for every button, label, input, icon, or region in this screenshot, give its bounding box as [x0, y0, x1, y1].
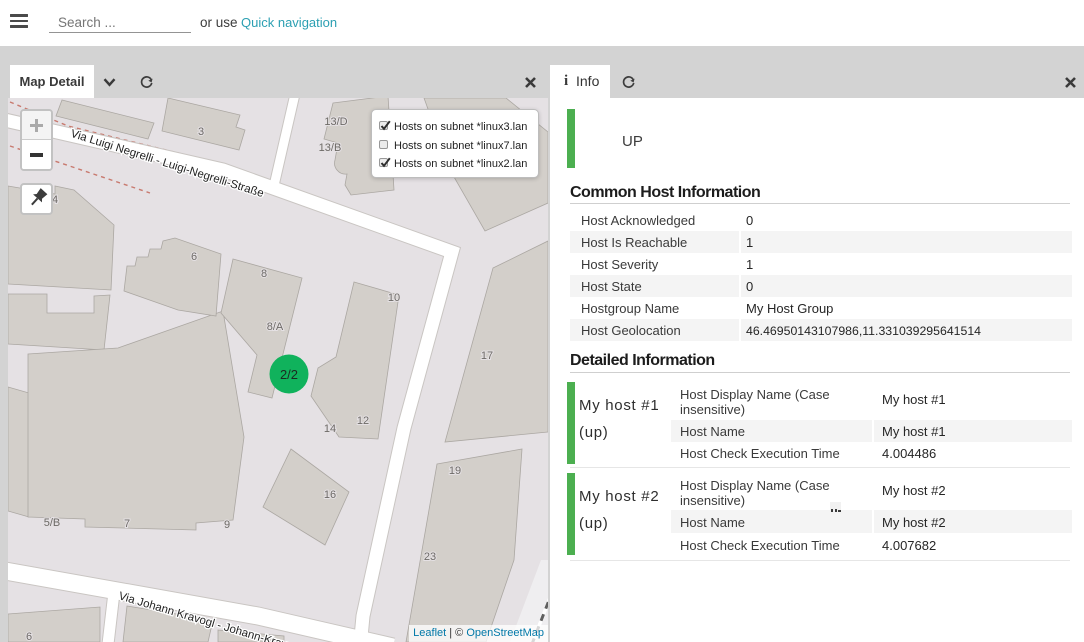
- svg-text:13/D: 13/D: [324, 116, 347, 128]
- svg-text:2/2: 2/2: [280, 367, 298, 382]
- svg-text:6: 6: [191, 251, 197, 263]
- svg-text:7: 7: [124, 518, 130, 530]
- svg-text:6: 6: [26, 631, 32, 642]
- svg-text:10: 10: [388, 292, 400, 304]
- svg-text:12: 12: [357, 415, 369, 427]
- svg-text:8/A: 8/A: [267, 321, 284, 333]
- svg-text:14: 14: [324, 423, 336, 435]
- svg-text:17: 17: [481, 350, 493, 362]
- svg-text:13/B: 13/B: [319, 142, 342, 154]
- svg-text:23: 23: [424, 551, 436, 563]
- svg-text:8: 8: [261, 268, 267, 280]
- svg-text:19: 19: [449, 465, 461, 477]
- svg-text:3: 3: [198, 126, 204, 138]
- svg-text:9: 9: [224, 519, 230, 531]
- svg-text:5/B: 5/B: [44, 517, 61, 529]
- svg-text:16: 16: [324, 489, 336, 501]
